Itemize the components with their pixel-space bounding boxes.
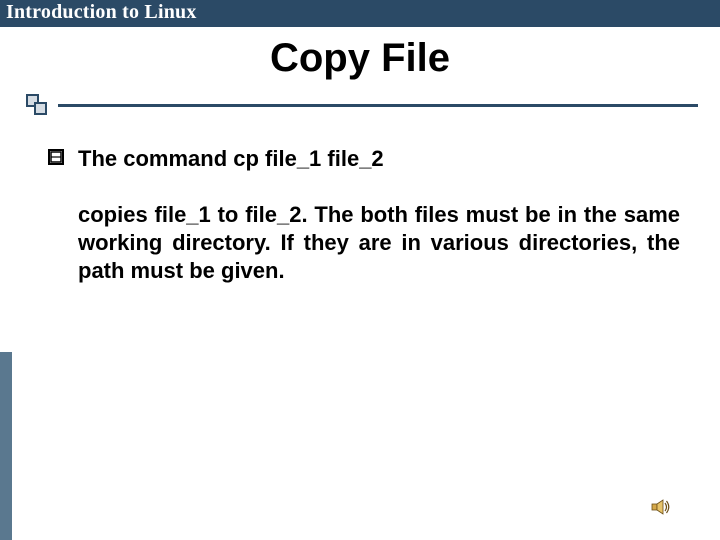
- slide: Introduction to Linux Copy File The comm…: [0, 0, 720, 540]
- content-area: The command cp file_1 file_2 copies file…: [48, 145, 680, 285]
- square-bullet-icon: [48, 149, 64, 170]
- bullet-row: The command cp file_1 file_2: [48, 145, 680, 173]
- left-accent-bar: [0, 352, 12, 540]
- slide-title: Copy File: [0, 36, 720, 81]
- rule-square-icon: [34, 102, 47, 115]
- course-title: Introduction to Linux: [6, 1, 197, 24]
- body-text: copies file_1 to file_2. The both files …: [78, 201, 680, 285]
- speaker-icon[interactable]: [650, 496, 672, 518]
- rule-line: [58, 104, 698, 107]
- bullet-text: The command cp file_1 file_2: [78, 145, 384, 173]
- title-rule: [58, 94, 698, 114]
